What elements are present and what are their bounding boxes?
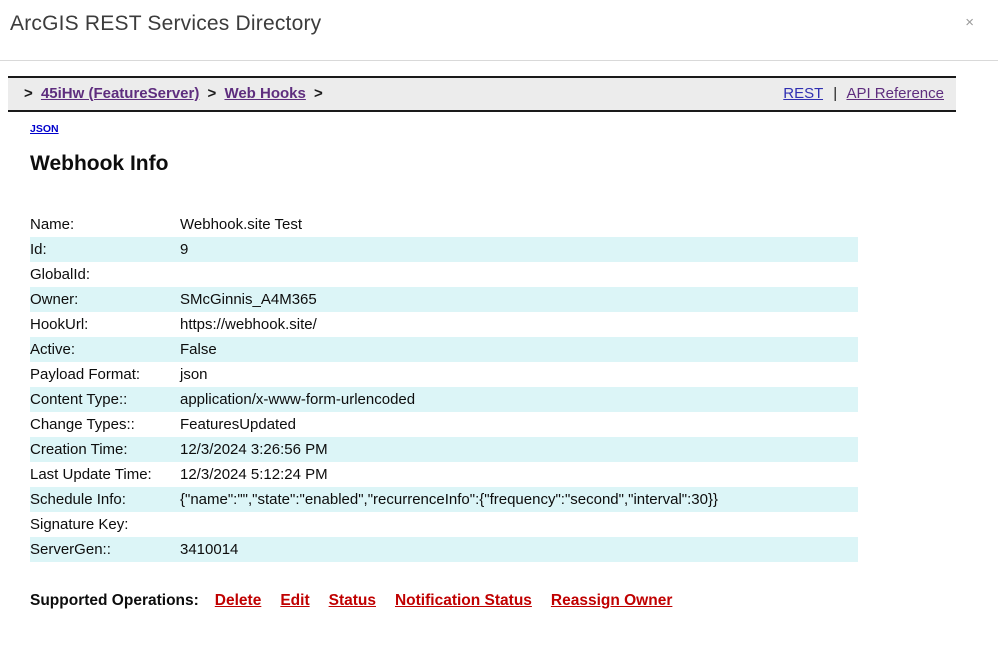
breadcrumb-separator: > (310, 85, 327, 102)
field-label: Creation Time: (30, 441, 180, 459)
field-label: GlobalId: (30, 266, 180, 284)
table-row: Creation Time: 12/3/2024 3:26:56 PM (30, 437, 858, 462)
api-reference-link[interactable]: API Reference (846, 85, 944, 102)
field-label: Owner: (30, 291, 180, 309)
page-title: Webhook Info (30, 152, 998, 176)
table-row: Content Type:: application/x-www-form-ur… (30, 387, 858, 412)
window-title: ArcGIS REST Services Directory (10, 12, 321, 36)
webhook-info-table: Name: Webhook.site Test Id: 9 GlobalId: … (30, 212, 858, 562)
table-row: ServerGen:: 3410014 (30, 537, 858, 562)
edit-link[interactable]: Edit (280, 592, 309, 610)
delete-link[interactable]: Delete (215, 592, 262, 610)
operation-links: Delete Edit Status Notification Status R… (215, 592, 673, 610)
table-row: HookUrl: https://webhook.site/ (30, 312, 858, 337)
field-value: 3410014 (180, 541, 858, 559)
reassign-owner-link[interactable]: Reassign Owner (551, 592, 672, 610)
field-label: Payload Format: (30, 366, 180, 384)
breadcrumb-separator: > (20, 85, 37, 102)
field-label: Change Types:: (30, 416, 180, 434)
field-value: False (180, 341, 858, 359)
link-divider: | (827, 85, 843, 102)
field-value: {"name":"","state":"enabled","recurrence… (180, 491, 858, 509)
field-value: 12/3/2024 3:26:56 PM (180, 441, 858, 459)
status-link[interactable]: Status (329, 592, 376, 610)
table-row: Id: 9 (30, 237, 858, 262)
field-value: json (180, 366, 858, 384)
field-value: 9 (180, 241, 858, 259)
field-label: Last Update Time: (30, 466, 180, 484)
field-value: 12/3/2024 5:12:24 PM (180, 466, 858, 484)
table-row: GlobalId: (30, 262, 858, 287)
table-row: Active: False (30, 337, 858, 362)
notification-status-link[interactable]: Notification Status (395, 592, 532, 610)
rest-link[interactable]: REST (783, 85, 823, 102)
breadcrumb-bar: > 45iHw (FeatureServer) > Web Hooks > RE… (8, 76, 956, 112)
breadcrumb: > 45iHw (FeatureServer) > Web Hooks > (20, 85, 327, 102)
field-label: Id: (30, 241, 180, 259)
field-value: SMcGinnis_A4M365 (180, 291, 858, 309)
field-value (180, 516, 858, 534)
field-value: FeaturesUpdated (180, 416, 858, 434)
supported-operations-label: Supported Operations: (30, 592, 199, 610)
table-row: Payload Format: json (30, 362, 858, 387)
breadcrumb-link-webhooks[interactable]: Web Hooks (224, 85, 305, 102)
table-row: Signature Key: (30, 512, 858, 537)
field-label: Signature Key: (30, 516, 180, 534)
field-value (180, 266, 858, 284)
json-format-link[interactable]: JSON (30, 123, 59, 135)
field-value: Webhook.site Test (180, 216, 858, 234)
field-label: HookUrl: (30, 316, 180, 334)
table-row: Last Update Time: 12/3/2024 5:12:24 PM (30, 462, 858, 487)
window-header: ArcGIS REST Services Directory × (0, 0, 998, 61)
close-icon[interactable]: × (963, 12, 976, 33)
field-value: application/x-www-form-urlencoded (180, 391, 858, 409)
field-label: Active: (30, 341, 180, 359)
field-label: ServerGen:: (30, 541, 180, 559)
supported-operations: Supported Operations: Delete Edit Status… (30, 592, 998, 610)
table-row: Owner: SMcGinnis_A4M365 (30, 287, 858, 312)
field-label: Content Type:: (30, 391, 180, 409)
breadcrumb-link-featureserver[interactable]: 45iHw (FeatureServer) (41, 85, 199, 102)
breadcrumb-separator: > (204, 85, 221, 102)
table-row: Change Types:: FeaturesUpdated (30, 412, 858, 437)
field-value: https://webhook.site/ (180, 316, 858, 334)
breadcrumb-right-links: REST | API Reference (783, 85, 944, 102)
field-label: Name: (30, 216, 180, 234)
table-row: Schedule Info: {"name":"","state":"enabl… (30, 487, 858, 512)
table-row: Name: Webhook.site Test (30, 212, 858, 237)
field-label: Schedule Info: (30, 491, 180, 509)
